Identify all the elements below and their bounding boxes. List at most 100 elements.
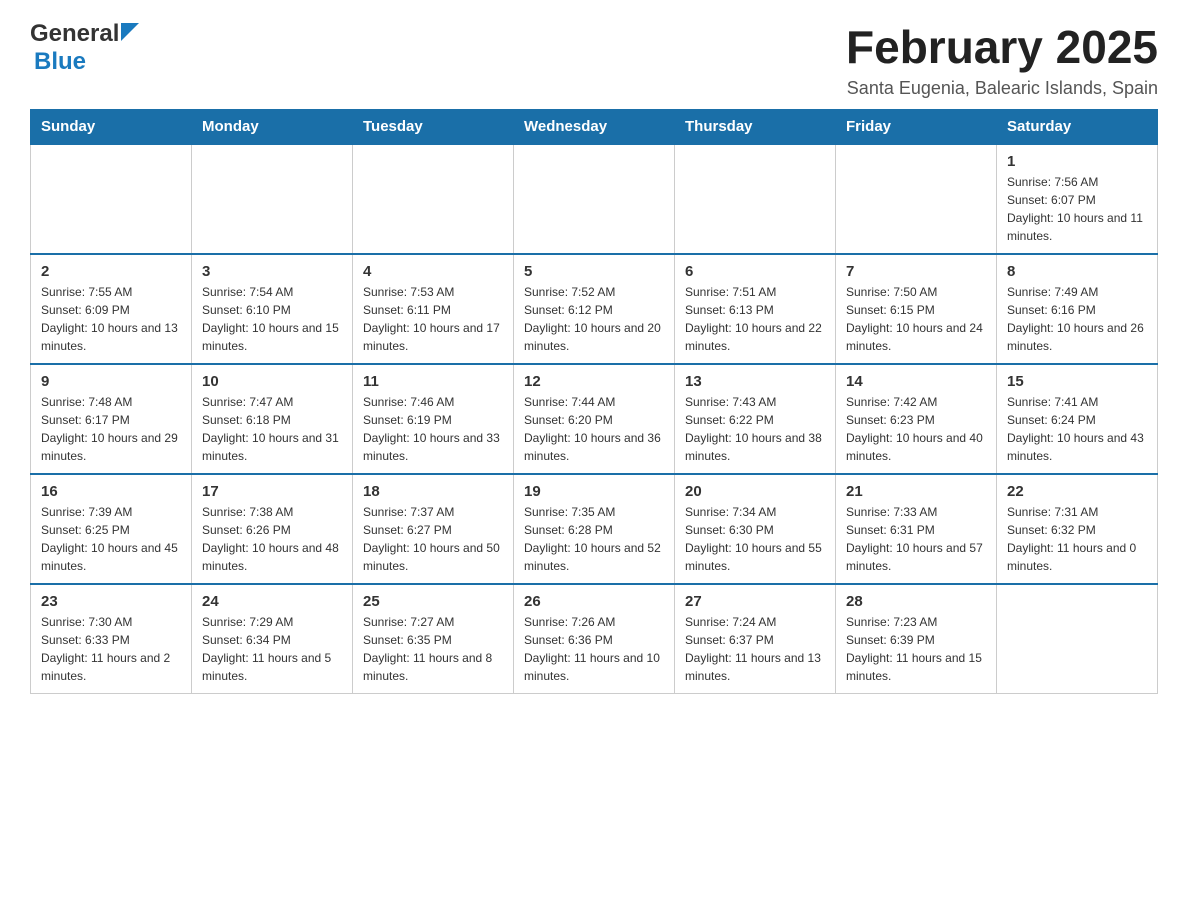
day-number: 20 <box>685 483 825 500</box>
calendar-cell: 14Sunrise: 7:42 AM Sunset: 6:23 PM Dayli… <box>836 364 997 474</box>
day-number: 11 <box>363 373 503 390</box>
day-info: Sunrise: 7:27 AM Sunset: 6:35 PM Dayligh… <box>363 613 503 685</box>
calendar-cell: 9Sunrise: 7:48 AM Sunset: 6:17 PM Daylig… <box>31 364 192 474</box>
day-info: Sunrise: 7:31 AM Sunset: 6:32 PM Dayligh… <box>1007 503 1147 575</box>
day-number: 8 <box>1007 263 1147 280</box>
day-number: 10 <box>202 373 342 390</box>
day-number: 13 <box>685 373 825 390</box>
day-info: Sunrise: 7:52 AM Sunset: 6:12 PM Dayligh… <box>524 283 664 355</box>
day-number: 28 <box>846 593 986 610</box>
calendar-cell: 1Sunrise: 7:56 AM Sunset: 6:07 PM Daylig… <box>997 144 1158 254</box>
day-number: 1 <box>1007 153 1147 170</box>
day-info: Sunrise: 7:49 AM Sunset: 6:16 PM Dayligh… <box>1007 283 1147 355</box>
month-title: February 2025 <box>846 20 1158 74</box>
calendar-week-row: 2 Sunrise: 7:55 AM Sunset: 6:09 PM Daylig… <box>31 254 1158 364</box>
day-info: Sunrise: 7:30 AM Sunset: 6:33 PM Dayligh… <box>41 613 181 685</box>
logo-arrow-icon <box>121 23 139 46</box>
calendar-week-row: 23 Sunrise: 7:30 AM Sunset: 6:33 PM Dayli… <box>31 584 1158 694</box>
day-number: 12 <box>524 373 664 390</box>
day-info: Sunrise: 7:41 AM Sunset: 6:24 PM Dayligh… <box>1007 393 1147 465</box>
day-info: Sunrise: 7:34 AM Sunset: 6:30 PM Dayligh… <box>685 503 825 575</box>
day-info: Sunrise: 7:38 AM Sunset: 6:26 PM Dayligh… <box>202 503 342 575</box>
day-info: Sunrise: 7:51 AM Sunset: 6:13 PM Dayligh… <box>685 283 825 355</box>
day-info: Sunrise: 7:55 AM Sunset: 6:09 PM Dayligh… <box>41 283 181 355</box>
calendar-cell: 7 Sunrise: 7:50 AM Sunset: 6:15 PM Daylig… <box>836 254 997 364</box>
day-number: 24 <box>202 593 342 610</box>
day-info: Sunrise: 7:53 AM Sunset: 6:11 PM Dayligh… <box>363 283 503 355</box>
day-info: Sunrise: 7:23 AM Sunset: 6:39 PM Dayligh… <box>846 613 986 685</box>
calendar-cell <box>675 144 836 254</box>
calendar-cell: 23 Sunrise: 7:30 AM Sunset: 6:33 PM Dayli… <box>31 584 192 694</box>
calendar-cell <box>192 144 353 254</box>
calendar-cell: 11 Sunrise: 7:46 AM Sunset: 6:19 PM Dayli… <box>353 364 514 474</box>
calendar-cell: 27 Sunrise: 7:24 AM Sunset: 6:37 PM Dayli… <box>675 584 836 694</box>
logo-general-text: General <box>30 20 119 48</box>
day-number: 18 <box>363 483 503 500</box>
logo: General Blue <box>30 20 139 76</box>
calendar-cell: 6 Sunrise: 7:51 AM Sunset: 6:13 PM Daylig… <box>675 254 836 364</box>
calendar-cell: 5 Sunrise: 7:52 AM Sunset: 6:12 PM Daylig… <box>514 254 675 364</box>
calendar-header-friday: Friday <box>836 110 997 145</box>
day-info: Sunrise: 7:54 AM Sunset: 6:10 PM Dayligh… <box>202 283 342 355</box>
calendar-cell: 13 Sunrise: 7:43 AM Sunset: 6:22 PM Dayli… <box>675 364 836 474</box>
day-number: 14 <box>846 373 986 390</box>
calendar-cell: 17 Sunrise: 7:38 AM Sunset: 6:26 PM Dayli… <box>192 474 353 584</box>
calendar-cell <box>31 144 192 254</box>
day-number: 27 <box>685 593 825 610</box>
calendar-header-tuesday: Tuesday <box>353 110 514 145</box>
calendar-cell <box>997 584 1158 694</box>
calendar-week-row: 9Sunrise: 7:48 AM Sunset: 6:17 PM Daylig… <box>31 364 1158 474</box>
calendar-cell: 8 Sunrise: 7:49 AM Sunset: 6:16 PM Daylig… <box>997 254 1158 364</box>
day-number: 16 <box>41 483 181 500</box>
day-info: Sunrise: 7:35 AM Sunset: 6:28 PM Dayligh… <box>524 503 664 575</box>
day-number: 7 <box>846 263 986 280</box>
day-number: 21 <box>846 483 986 500</box>
day-number: 4 <box>363 263 503 280</box>
calendar-cell: 19Sunrise: 7:35 AM Sunset: 6:28 PM Dayli… <box>514 474 675 584</box>
calendar-cell: 20 Sunrise: 7:34 AM Sunset: 6:30 PM Dayli… <box>675 474 836 584</box>
calendar-cell: 15 Sunrise: 7:41 AM Sunset: 6:24 PM Dayli… <box>997 364 1158 474</box>
day-info: Sunrise: 7:39 AM Sunset: 6:25 PM Dayligh… <box>41 503 181 575</box>
day-info: Sunrise: 7:46 AM Sunset: 6:19 PM Dayligh… <box>363 393 503 465</box>
calendar-cell <box>353 144 514 254</box>
calendar-table: SundayMondayTuesdayWednesdayThursdayFrid… <box>30 109 1158 694</box>
calendar-cell: 2 Sunrise: 7:55 AM Sunset: 6:09 PM Daylig… <box>31 254 192 364</box>
calendar-cell: 21 Sunrise: 7:33 AM Sunset: 6:31 PM Dayli… <box>836 474 997 584</box>
calendar-cell: 25 Sunrise: 7:27 AM Sunset: 6:35 PM Dayli… <box>353 584 514 694</box>
calendar-week-row: 1Sunrise: 7:56 AM Sunset: 6:07 PM Daylig… <box>31 144 1158 254</box>
title-section: February 2025 Santa Eugenia, Balearic Is… <box>846 20 1158 99</box>
calendar-header-saturday: Saturday <box>997 110 1158 145</box>
logo-blue-text: Blue <box>34 48 86 75</box>
location-subtitle: Santa Eugenia, Balearic Islands, Spain <box>846 78 1158 99</box>
calendar-header-monday: Monday <box>192 110 353 145</box>
day-info: Sunrise: 7:33 AM Sunset: 6:31 PM Dayligh… <box>846 503 986 575</box>
day-number: 3 <box>202 263 342 280</box>
day-info: Sunrise: 7:47 AM Sunset: 6:18 PM Dayligh… <box>202 393 342 465</box>
day-info: Sunrise: 7:37 AM Sunset: 6:27 PM Dayligh… <box>363 503 503 575</box>
calendar-cell: 18 Sunrise: 7:37 AM Sunset: 6:27 PM Dayli… <box>353 474 514 584</box>
day-number: 17 <box>202 483 342 500</box>
day-info: Sunrise: 7:50 AM Sunset: 6:15 PM Dayligh… <box>846 283 986 355</box>
day-info: Sunrise: 7:26 AM Sunset: 6:36 PM Dayligh… <box>524 613 664 685</box>
day-number: 5 <box>524 263 664 280</box>
page-header: General Blue February 2025 Santa Eugenia… <box>30 20 1158 99</box>
day-number: 23 <box>41 593 181 610</box>
calendar-cell: 4 Sunrise: 7:53 AM Sunset: 6:11 PM Daylig… <box>353 254 514 364</box>
day-number: 15 <box>1007 373 1147 390</box>
day-info: Sunrise: 7:43 AM Sunset: 6:22 PM Dayligh… <box>685 393 825 465</box>
calendar-cell: 3 Sunrise: 7:54 AM Sunset: 6:10 PM Daylig… <box>192 254 353 364</box>
calendar-cell: 26 Sunrise: 7:26 AM Sunset: 6:36 PM Dayli… <box>514 584 675 694</box>
day-number: 6 <box>685 263 825 280</box>
day-number: 22 <box>1007 483 1147 500</box>
day-number: 2 <box>41 263 181 280</box>
day-info: Sunrise: 7:44 AM Sunset: 6:20 PM Dayligh… <box>524 393 664 465</box>
day-info: Sunrise: 7:24 AM Sunset: 6:37 PM Dayligh… <box>685 613 825 685</box>
calendar-header-wednesday: Wednesday <box>514 110 675 145</box>
calendar-cell: 24Sunrise: 7:29 AM Sunset: 6:34 PM Dayli… <box>192 584 353 694</box>
calendar-cell: 28 Sunrise: 7:23 AM Sunset: 6:39 PM Dayli… <box>836 584 997 694</box>
day-number: 26 <box>524 593 664 610</box>
calendar-header-row: SundayMondayTuesdayWednesdayThursdayFrid… <box>31 110 1158 145</box>
day-number: 25 <box>363 593 503 610</box>
day-info: Sunrise: 7:48 AM Sunset: 6:17 PM Dayligh… <box>41 393 181 465</box>
calendar-cell: 16 Sunrise: 7:39 AM Sunset: 6:25 PM Dayli… <box>31 474 192 584</box>
